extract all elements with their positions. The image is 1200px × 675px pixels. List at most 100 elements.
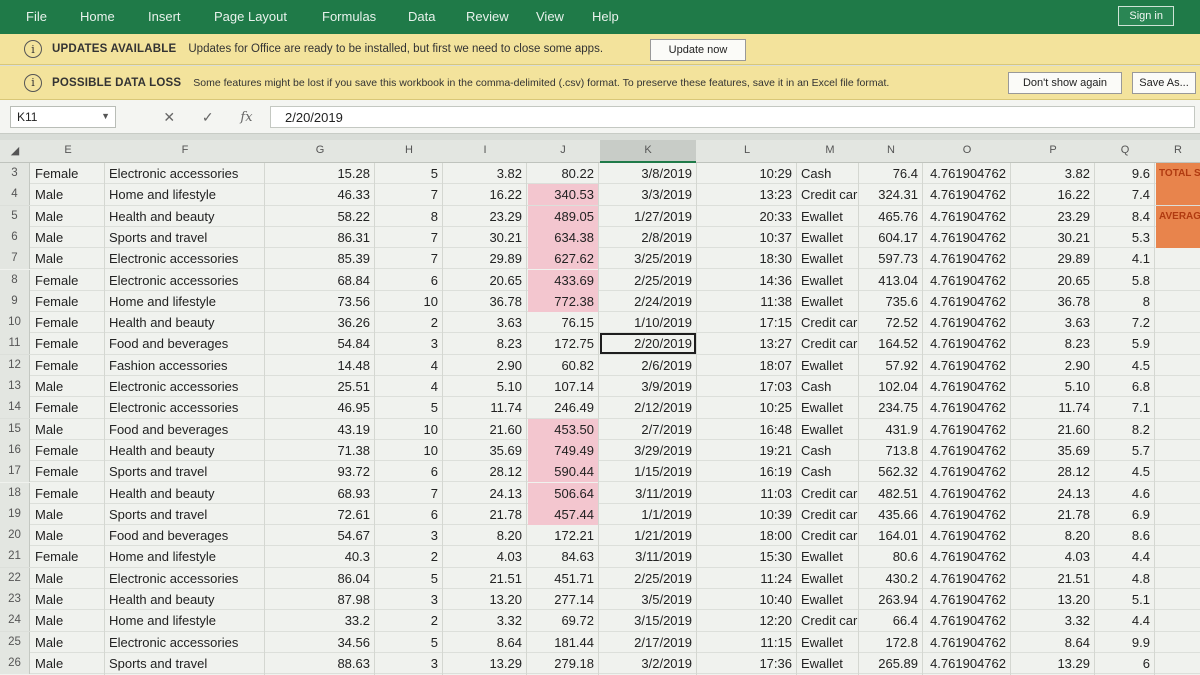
cell-i[interactable]: 35.69 (444, 440, 526, 461)
cell-m[interactable]: Credit car (798, 525, 862, 546)
cell-f[interactable]: Home and lifestyle (106, 184, 264, 205)
cell-m[interactable]: Ewallet (798, 653, 862, 674)
cell-p[interactable]: 3.82 (1012, 163, 1094, 184)
cell-l[interactable]: 10:40 (698, 589, 796, 610)
row-header[interactable]: 10 (0, 312, 30, 334)
cell-r[interactable] (1156, 653, 1200, 674)
cell-j[interactable]: 80.22 (528, 163, 598, 184)
check-icon[interactable]: ✓ (202, 109, 214, 126)
cell-j[interactable]: 340.53 (528, 184, 598, 206)
cell-o[interactable]: 4.761904762 (924, 397, 1010, 418)
cell-j[interactable]: 84.63 (528, 546, 598, 567)
cell-n[interactable]: 482.51 (860, 483, 922, 504)
cell-m[interactable]: Ewallet (798, 419, 862, 440)
cell-o[interactable]: 4.761904762 (924, 312, 1010, 333)
cell-g[interactable]: 73.56 (266, 291, 374, 312)
cell-f[interactable]: Health and beauty (106, 440, 264, 461)
cell-q[interactable]: 4.6 (1096, 483, 1154, 504)
cell-e[interactable]: Male (32, 184, 104, 205)
tab-data[interactable]: Data (408, 9, 435, 24)
cell-f[interactable]: Electronic accessories (106, 376, 264, 397)
cell-p[interactable]: 35.69 (1012, 440, 1094, 461)
cell-m[interactable]: Ewallet (798, 568, 862, 589)
row-header[interactable]: 19 (0, 503, 30, 525)
sign-in-button[interactable]: Sign in (1118, 6, 1174, 26)
update-now-button[interactable]: Update now (650, 39, 746, 61)
cell-j[interactable]: 627.62 (528, 248, 598, 270)
row-header[interactable]: 4 (0, 184, 30, 206)
cell-k[interactable]: 3/15/2019 (600, 610, 696, 631)
row-header[interactable]: 17 (0, 461, 30, 483)
tab-review[interactable]: Review (466, 9, 509, 24)
dont-show-again-button[interactable]: Don't show again (1008, 72, 1122, 94)
cell-j[interactable]: 60.82 (528, 355, 598, 376)
tab-formulas[interactable]: Formulas (322, 9, 376, 24)
cell-q[interactable]: 4.5 (1096, 355, 1154, 376)
cell-j[interactable]: 749.49 (528, 439, 598, 461)
cell-k[interactable]: 2/25/2019 (600, 568, 696, 589)
row-header[interactable]: 8 (0, 269, 30, 291)
cell-i[interactable]: 30.21 (444, 227, 526, 248)
cell-o[interactable]: 4.761904762 (924, 546, 1010, 567)
cell-m[interactable]: Credit car (798, 483, 862, 504)
column-header-f[interactable]: F (106, 144, 264, 156)
cell-o[interactable]: 4.761904762 (924, 376, 1010, 397)
row-header[interactable]: 3 (0, 163, 30, 184)
cell-n[interactable]: 562.32 (860, 461, 922, 482)
cell-p[interactable]: 23.29 (1012, 206, 1094, 227)
cell-i[interactable]: 28.12 (444, 461, 526, 482)
cell-q[interactable]: 4.5 (1096, 461, 1154, 482)
cell-r[interactable] (1156, 226, 1200, 248)
cell-f[interactable]: Sports and travel (106, 504, 264, 525)
cell-e[interactable]: Male (32, 610, 104, 631)
cell-r[interactable] (1156, 632, 1200, 653)
cell-l[interactable]: 18:30 (698, 248, 796, 269)
cell-h[interactable]: 10 (376, 291, 442, 312)
tab-insert[interactable]: Insert (148, 9, 181, 24)
cell-m[interactable]: Credit car (798, 184, 862, 205)
cell-r[interactable] (1156, 504, 1200, 525)
cell-r[interactable] (1156, 397, 1200, 418)
cell-i[interactable]: 21.78 (444, 504, 526, 525)
cell-j[interactable]: 506.64 (528, 482, 598, 504)
cell-p[interactable]: 16.22 (1012, 184, 1094, 205)
cell-r[interactable] (1156, 483, 1200, 504)
cell-m[interactable]: Ewallet (798, 546, 862, 567)
column-header-j[interactable]: J (528, 144, 598, 156)
cell-l[interactable]: 12:20 (698, 610, 796, 631)
cell-e[interactable]: Male (32, 653, 104, 674)
cell-e[interactable]: Female (32, 397, 104, 418)
cell-q[interactable]: 8.6 (1096, 525, 1154, 546)
tab-home[interactable]: Home (80, 9, 115, 24)
cell-f[interactable]: Home and lifestyle (106, 610, 264, 631)
cell-k[interactable]: 3/3/2019 (600, 184, 696, 205)
cell-n[interactable]: 57.92 (860, 355, 922, 376)
cell-q[interactable]: 8.2 (1096, 419, 1154, 440)
tab-file[interactable]: File (26, 9, 47, 24)
cell-e[interactable]: Female (32, 546, 104, 567)
cell-k[interactable]: 2/25/2019 (600, 270, 696, 291)
cell-q[interactable]: 9.6 (1096, 163, 1154, 184)
cell-q[interactable]: 4.4 (1096, 546, 1154, 567)
tab-page-layout[interactable]: Page Layout (214, 9, 287, 24)
cell-r[interactable] (1156, 525, 1200, 546)
cell-h[interactable]: 5 (376, 632, 442, 653)
column-header-g[interactable]: G (266, 144, 374, 156)
cell-m[interactable]: Ewallet (798, 291, 862, 312)
cell-i[interactable]: 3.63 (444, 312, 526, 333)
cell-l[interactable]: 17:36 (698, 653, 796, 674)
cell-m[interactable]: Cash (798, 461, 862, 482)
cell-e[interactable]: Male (32, 206, 104, 227)
cell-k[interactable]: 2/6/2019 (600, 355, 696, 376)
cell-r[interactable] (1156, 376, 1200, 397)
cell-h[interactable]: 7 (376, 248, 442, 269)
cell-p[interactable]: 21.51 (1012, 568, 1094, 589)
cell-i[interactable]: 36.78 (444, 291, 526, 312)
cell-h[interactable]: 4 (376, 355, 442, 376)
cell-k[interactable]: 3/11/2019 (600, 483, 696, 504)
cell-l[interactable]: 15:30 (698, 546, 796, 567)
cell-g[interactable]: 68.84 (266, 270, 374, 291)
cell-l[interactable]: 17:15 (698, 312, 796, 333)
cell-i[interactable]: 8.23 (444, 333, 526, 354)
cell-l[interactable]: 10:39 (698, 504, 796, 525)
